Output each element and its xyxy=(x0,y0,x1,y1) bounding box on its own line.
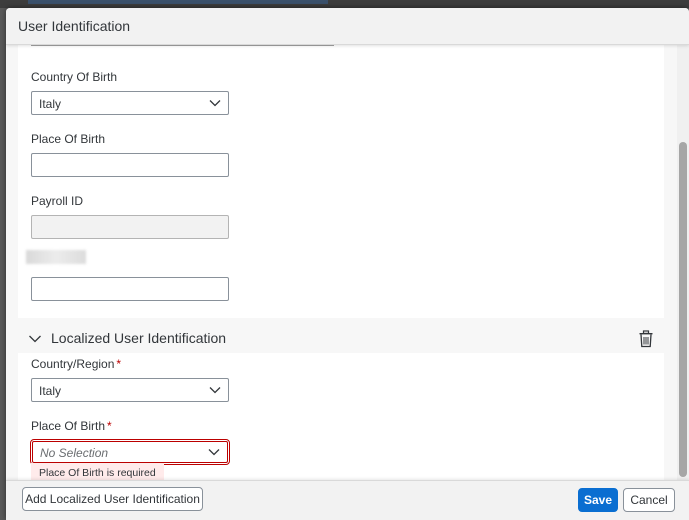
user-identification-panel: Country Of Birth Italy Place Of Birth Pa… xyxy=(18,45,664,318)
trash-icon[interactable] xyxy=(638,330,654,348)
background-link xyxy=(28,0,328,4)
localized-place-of-birth-label: Place Of Birth * xyxy=(31,419,112,433)
place-of-birth-label: Place Of Birth xyxy=(31,132,106,146)
country-region-label: Country/Region * xyxy=(31,357,122,371)
payroll-id-label: Payroll ID xyxy=(31,194,84,208)
scrollbar-thumb[interactable] xyxy=(679,142,687,477)
required-marker: * xyxy=(107,419,112,433)
localized-section-header[interactable]: Localized User Identification xyxy=(18,325,664,353)
cancel-button[interactable]: Cancel xyxy=(623,488,675,512)
required-marker: * xyxy=(116,357,122,371)
chevron-down-icon[interactable] xyxy=(28,333,42,345)
save-button[interactable]: Save xyxy=(578,488,618,512)
add-localized-identification-button[interactable]: Add Localized User Identification xyxy=(22,487,203,511)
localized-place-of-birth-select[interactable]: No Selection xyxy=(30,439,230,465)
place-of-birth-placeholder: No Selection xyxy=(40,446,109,460)
payroll-id-input xyxy=(31,215,229,239)
country-of-birth-select[interactable]: Italy xyxy=(31,91,229,115)
dialog-content: Country Of Birth Italy Place Of Birth Pa… xyxy=(6,45,689,480)
place-of-birth-input[interactable] xyxy=(31,153,229,177)
dialog-header: User Identification xyxy=(6,8,689,45)
chevron-down-icon xyxy=(209,100,221,107)
country-region-select[interactable]: Italy xyxy=(31,378,229,402)
country-of-birth-value: Italy xyxy=(39,97,62,111)
user-identification-dialog: User Identification Country Of Birth Ita… xyxy=(6,8,689,520)
chevron-down-icon xyxy=(208,449,220,456)
chevron-down-icon xyxy=(209,387,221,394)
dialog-footer: Add Localized User Identification Save C… xyxy=(6,480,689,520)
country-of-birth-label: Country Of Birth xyxy=(31,70,118,84)
localized-identification-panel: Country/Region * Italy Place Of Birth * No… xyxy=(18,353,664,480)
country-region-value: Italy xyxy=(39,384,62,398)
scrolled-input-edge xyxy=(31,45,334,46)
redacted-label xyxy=(26,250,86,264)
localized-section-title: Localized User Identification xyxy=(51,330,227,346)
place-of-birth-error-message: Place Of Birth is required xyxy=(31,463,164,480)
content-scrollbar[interactable] xyxy=(677,45,689,480)
redacted-field-input[interactable] xyxy=(31,277,229,301)
dialog-title: User Identification xyxy=(18,18,131,34)
